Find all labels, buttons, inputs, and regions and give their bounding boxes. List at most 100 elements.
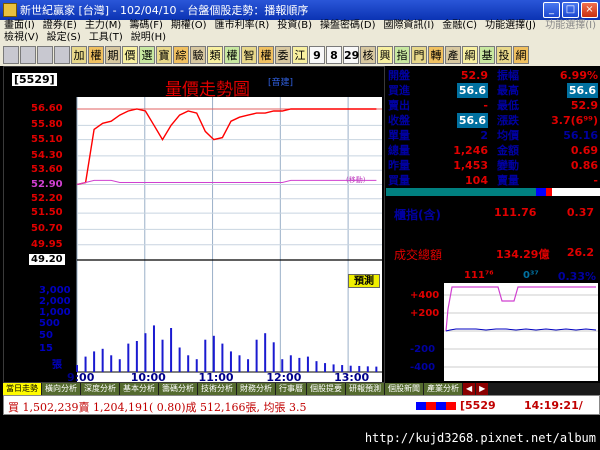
toolbar-button[interactable]: 權 bbox=[224, 46, 240, 64]
menu-item[interactable]: 籌碼(F) bbox=[125, 20, 167, 32]
menu-item[interactable]: 檢視(V) bbox=[0, 32, 43, 44]
tab-11[interactable]: 產業分析 bbox=[424, 383, 462, 395]
volume-tick-label: 15 bbox=[39, 343, 53, 354]
volume-tick-label: 50 bbox=[39, 330, 53, 341]
toolbar-button[interactable]: 加 bbox=[71, 46, 87, 64]
price-tick-label: 55.10 bbox=[31, 133, 63, 145]
quote-key: 昨量 bbox=[388, 159, 410, 172]
menu-item[interactable]: 說明(H) bbox=[127, 32, 170, 44]
toolbar-button[interactable]: 網 bbox=[513, 46, 529, 64]
menu-item[interactable]: 投資(B) bbox=[273, 20, 316, 32]
turnover-value: 134.29億 bbox=[496, 248, 550, 261]
toolbar-button[interactable]: 江 bbox=[292, 46, 308, 64]
quote-key: 總量 bbox=[388, 144, 410, 157]
menu-item[interactable]: 證券(E) bbox=[39, 20, 81, 32]
tab-scroll-right[interactable]: ▶ bbox=[476, 383, 489, 395]
toolbar-button[interactable]: 期 bbox=[105, 46, 121, 64]
tab-1[interactable]: 橫向分析 bbox=[42, 383, 80, 395]
toolbar-button[interactable]: 類 bbox=[207, 46, 223, 64]
toolbar-button[interactable]: 8 bbox=[326, 46, 342, 64]
menu-item[interactable]: 匯市利率(R) bbox=[211, 20, 274, 32]
toolbar-button[interactable]: 產 bbox=[445, 46, 461, 64]
toolbar-button[interactable]: 權 bbox=[88, 46, 104, 64]
watermark-url: http://kujd3268.pixnet.net/album bbox=[364, 431, 596, 445]
toolbar-icon[interactable] bbox=[54, 46, 70, 64]
status-indicator bbox=[416, 402, 456, 410]
volume-tick-label: 2,000 bbox=[39, 296, 71, 307]
tab-5[interactable]: 技術分析 bbox=[198, 383, 236, 395]
toolbar-button[interactable]: 興 bbox=[377, 46, 393, 64]
toolbar-icon[interactable] bbox=[20, 46, 36, 64]
toolbar-button[interactable]: 綱 bbox=[462, 46, 478, 64]
price-tick-label: 55.80 bbox=[31, 119, 63, 131]
tab-scroll-left[interactable]: ◀ bbox=[463, 383, 476, 395]
volume-tick-label: 3,000 bbox=[39, 285, 71, 296]
price-tick-label: 51.50 bbox=[31, 207, 63, 219]
toolbar-button[interactable]: 投 bbox=[496, 46, 512, 64]
toolbar-button[interactable]: 指 bbox=[394, 46, 410, 64]
close-button[interactable]: × bbox=[581, 2, 598, 18]
toolbar-button[interactable]: 委 bbox=[275, 46, 291, 64]
ma-label: (移動) bbox=[346, 176, 366, 184]
quote-value: 1,246 bbox=[453, 144, 488, 157]
quote-key: 買量 bbox=[388, 174, 410, 187]
menu-item[interactable]: 金融(C) bbox=[438, 20, 481, 32]
quote-key: 賣出 bbox=[388, 99, 410, 112]
menu-item[interactable]: 畫面(I) bbox=[0, 20, 39, 32]
toolbar-button[interactable]: 選 bbox=[139, 46, 155, 64]
tab-2[interactable]: 深度分析 bbox=[81, 383, 119, 395]
quote-key: 單量 bbox=[388, 129, 410, 142]
price-tick-label: 49.95 bbox=[31, 238, 63, 250]
tab-8[interactable]: 個股提要 bbox=[307, 383, 345, 395]
toolbar-icon[interactable] bbox=[37, 46, 53, 64]
quote-value: 56.6 bbox=[456, 83, 488, 98]
tab-0[interactable]: 當日走勢 bbox=[3, 383, 41, 395]
toolbar-button[interactable]: 權 bbox=[258, 46, 274, 64]
window-title: 新世紀贏家 [台灣] - 102/04/10 - 台盤個股走勢：播報順序 bbox=[20, 4, 309, 17]
menu-item[interactable]: 設定(S) bbox=[43, 32, 85, 44]
mini-tick-label: +400 bbox=[410, 290, 440, 301]
tab-6[interactable]: 財務分析 bbox=[237, 383, 275, 395]
maximize-button[interactable]: □ bbox=[562, 2, 579, 18]
menu-item[interactable]: 功能選擇(I) bbox=[541, 20, 600, 32]
menu-item[interactable]: 國際資訊(I) bbox=[380, 20, 439, 32]
toolbar-button[interactable]: 29 bbox=[343, 46, 359, 64]
tab-9[interactable]: 研報預測 bbox=[346, 383, 384, 395]
toolbar-button[interactable]: 寶 bbox=[156, 46, 172, 64]
menu-item[interactable]: 工具(T) bbox=[85, 32, 127, 44]
menu-item[interactable]: 功能選擇(J) bbox=[481, 20, 540, 32]
toolbar-button[interactable]: 9 bbox=[309, 46, 325, 64]
quote-row: 賣出 - 最低 52.9 bbox=[386, 98, 600, 113]
quote-value: 104 bbox=[465, 174, 488, 187]
price-tick-label: 54.30 bbox=[31, 149, 63, 161]
quote-key: 開盤 bbox=[388, 69, 410, 82]
turnover-label: 成交總額 bbox=[394, 248, 443, 262]
menu-item[interactable]: 主力(M) bbox=[81, 20, 125, 32]
predict-button[interactable]: 預測 bbox=[348, 274, 380, 288]
toolbar-button[interactable]: 智 bbox=[241, 46, 257, 64]
toolbar-button[interactable]: 價 bbox=[122, 46, 138, 64]
quote-row: 單量 2 均價 56.16 bbox=[386, 128, 600, 143]
price-tick-label: 52.90 bbox=[31, 178, 63, 190]
toolbar-button[interactable]: 基 bbox=[479, 46, 495, 64]
toolbar-button[interactable]: 核 bbox=[360, 46, 376, 64]
quote-value: 6.99% bbox=[559, 69, 598, 82]
tab-4[interactable]: 籌碼分析 bbox=[159, 383, 197, 395]
toolbar-button[interactable]: 轉 bbox=[428, 46, 444, 64]
menu-item[interactable]: 期權(O) bbox=[167, 20, 211, 32]
toolbar-button[interactable]: 驗 bbox=[190, 46, 206, 64]
quote-value: 56.6 bbox=[566, 83, 598, 98]
tab-10[interactable]: 個股新聞 bbox=[385, 383, 423, 395]
quote-key: 買進 bbox=[388, 84, 410, 97]
index-change: 0.37 bbox=[566, 206, 594, 219]
tab-7[interactable]: 行事曆 bbox=[276, 383, 306, 395]
toolbar-icon[interactable] bbox=[3, 46, 19, 64]
toolbar-button[interactable]: 綜 bbox=[173, 46, 189, 64]
tab-3[interactable]: 基本分析 bbox=[120, 383, 158, 395]
minimize-button[interactable]: _ bbox=[543, 2, 560, 18]
quote-value: 1,453 bbox=[453, 159, 488, 172]
menu-item[interactable]: 操盤密碼(D) bbox=[316, 20, 380, 32]
index-label: 櫃指(含) bbox=[394, 208, 441, 222]
price-tick-label: 50.70 bbox=[31, 223, 63, 235]
toolbar-button[interactable]: 門 bbox=[411, 46, 427, 64]
